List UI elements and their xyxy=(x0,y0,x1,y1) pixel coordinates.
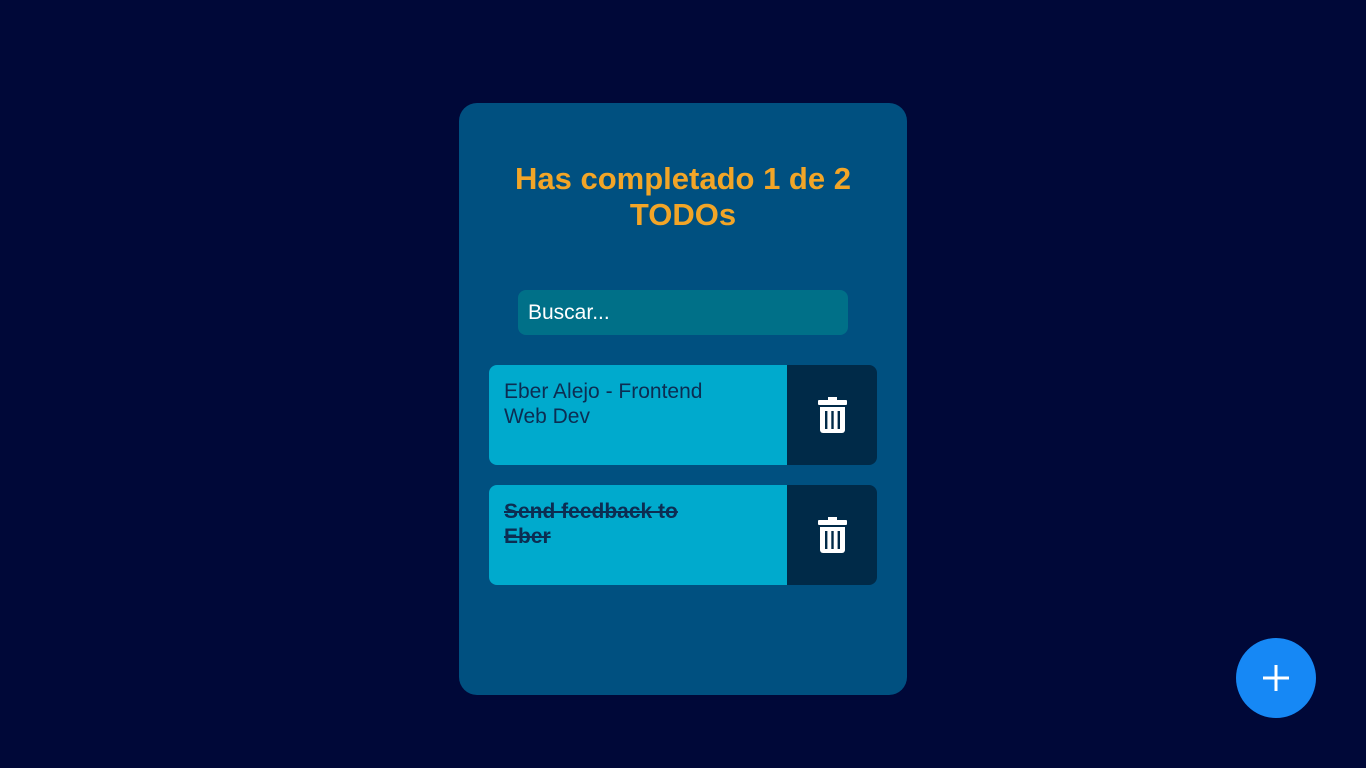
trash-icon xyxy=(817,517,847,553)
todo-card: Has completado 1 de 2 TODOs Eber Alejo -… xyxy=(459,103,907,695)
trash-icon xyxy=(817,397,847,433)
search-input[interactable] xyxy=(518,290,848,335)
delete-button[interactable] xyxy=(787,365,877,465)
page-title: Has completado 1 de 2 TODOs xyxy=(515,161,851,232)
add-todo-button[interactable] xyxy=(1236,638,1316,718)
todo-text[interactable]: Eber Alejo - Frontend Web Dev xyxy=(489,365,787,465)
list-item: Send feedback to Eber xyxy=(489,485,877,585)
delete-button[interactable] xyxy=(787,485,877,585)
plus-icon xyxy=(1263,665,1289,691)
list-item: Eber Alejo - Frontend Web Dev xyxy=(489,365,877,465)
todo-text[interactable]: Send feedback to Eber xyxy=(489,485,787,585)
